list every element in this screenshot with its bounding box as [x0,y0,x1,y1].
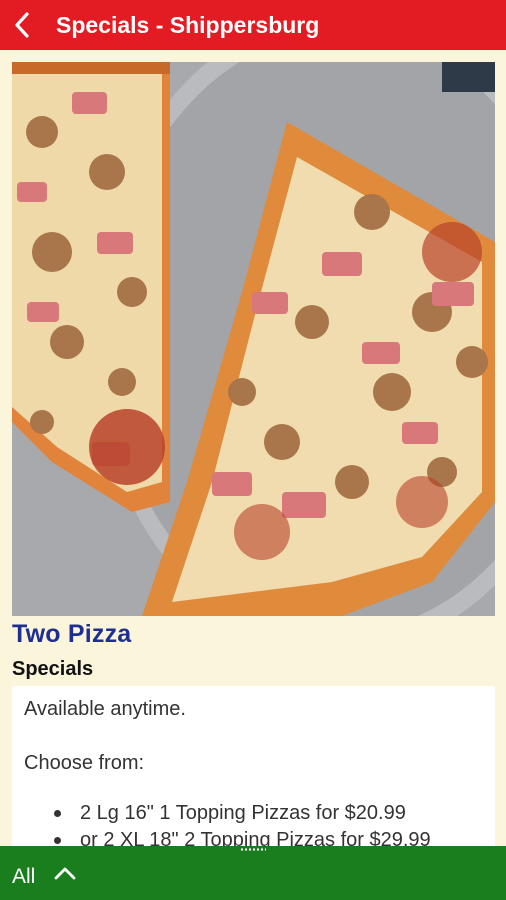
description-card: Available anytime. Choose from: 2 Lg 16"… [12,686,495,846]
options-list: 2 Lg 16" 1 Topping Pizzas for $20.99 or … [54,800,431,846]
filter-label[interactable]: All [12,865,35,889]
item-title: Two Pizza [12,620,132,648]
page-title: Specials - Shippersburg [56,11,320,38]
item-category: Specials [12,658,94,680]
item-photo [12,62,495,616]
drag-handle[interactable] [240,847,266,852]
chevron-left-icon [15,12,29,38]
chevron-up-icon[interactable] [52,864,78,882]
bottom-bar[interactable]: All [0,846,506,900]
list-item: or 2 XL 18" 2 Topping Pizzas for $29.99 [54,827,431,846]
list-item: 2 Lg 16" 1 Topping Pizzas for $20.99 [54,800,431,827]
back-button[interactable] [0,0,44,50]
app-bar: Specials - Shippersburg [0,0,506,50]
availability-text: Available anytime. [24,698,186,720]
choose-from-text: Choose from: [24,752,145,774]
